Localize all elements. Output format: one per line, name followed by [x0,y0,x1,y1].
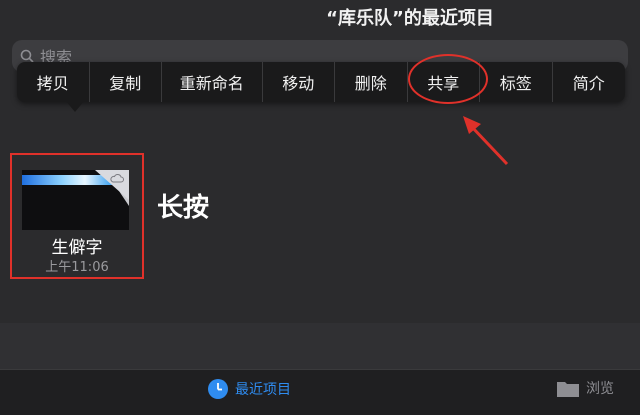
page-title: “库乐队”的最近项目 [326,8,494,29]
thumbnail-track-bar [22,175,112,185]
tab-bar: 最近项目 浏览 [0,369,640,415]
menu-item-info[interactable]: 简介 [553,62,626,102]
folder-icon [557,382,579,397]
cloud-icon [110,174,124,183]
menu-item-copy[interactable]: 拷贝 [17,62,90,102]
tab-browse[interactable]: 浏览 [556,378,614,398]
annotation-arrow-icon [463,116,509,166]
menu-item-tags[interactable]: 标签 [480,62,553,102]
search-icon [20,49,34,63]
menu-caret [65,100,85,112]
clock-icon [208,379,228,399]
menu-item-duplicate[interactable]: 复制 [90,62,162,102]
menu-item-delete[interactable]: 删除 [335,62,408,102]
file-time: 上午11:06 [45,260,109,275]
menu-item-rename[interactable]: 重新命名 [162,62,263,102]
tab-browse-label: 浏览 [586,381,614,397]
top-bar: “库乐队”的最近项目 [0,0,640,38]
file-thumbnail[interactable] [22,170,129,230]
file-name: 生僻字 [51,238,103,258]
tab-recent-label: 最近项目 [235,382,291,398]
longpress-annotation: 长按 [157,193,210,223]
context-menu: 拷贝 复制 重新命名 移动 删除 共享 标签 简介 [17,62,625,102]
tab-recent[interactable]: 最近项目 [207,378,291,400]
share-highlight-circle [408,54,488,104]
menu-item-move[interactable]: 移动 [263,62,335,102]
content-divider-band [0,323,640,369]
